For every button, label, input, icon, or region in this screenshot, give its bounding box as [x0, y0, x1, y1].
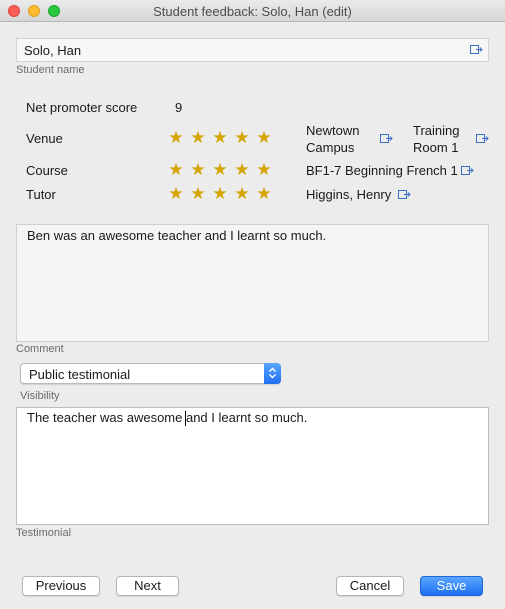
testimonial-textarea[interactable]: The teacher was awesome and I learnt so … — [16, 407, 489, 525]
course-label: Course — [26, 163, 68, 178]
star-icon[interactable]: ★ — [209, 185, 231, 203]
venue-site-link[interactable]: Newtown Campus — [306, 122, 359, 156]
open-link-icon[interactable] — [470, 45, 483, 55]
testimonial-text: The teacher was awesome and I learnt so … — [27, 410, 308, 425]
comment-textarea[interactable]: Ben was an awesome teacher and I learnt … — [16, 224, 489, 342]
visibility-select[interactable]: Public testimonial — [20, 363, 281, 384]
venue-stars[interactable]: ★ ★ ★ ★ ★ — [165, 129, 275, 147]
star-icon[interactable]: ★ — [231, 185, 253, 203]
cancel-button[interactable]: Cancel — [336, 576, 404, 596]
open-link-icon[interactable] — [380, 134, 393, 144]
star-icon[interactable]: ★ — [165, 129, 187, 147]
star-icon[interactable]: ★ — [187, 129, 209, 147]
tutor-stars[interactable]: ★ ★ ★ ★ ★ — [165, 185, 275, 203]
student-name-caption: Student name — [16, 64, 85, 76]
visibility-caption: Visibility — [20, 390, 60, 402]
star-icon[interactable]: ★ — [253, 129, 275, 147]
star-icon[interactable]: ★ — [209, 161, 231, 179]
venue-room-line2: Room 1 — [413, 140, 459, 155]
open-link-icon[interactable] — [398, 190, 411, 200]
window-title: Student feedback: Solo, Han (edit) — [153, 4, 352, 19]
star-icon[interactable]: ★ — [187, 161, 209, 179]
open-link-icon[interactable] — [461, 166, 474, 176]
tutor-label: Tutor — [26, 187, 56, 202]
course-link[interactable]: BF1-7 Beginning French 1 — [306, 163, 458, 178]
venue-site-line1: Newtown — [306, 123, 360, 138]
course-stars[interactable]: ★ ★ ★ ★ ★ — [165, 161, 275, 179]
nps-value[interactable]: 9 — [175, 100, 182, 115]
star-icon[interactable]: ★ — [253, 161, 275, 179]
text-cursor — [185, 411, 186, 426]
feedback-window: Student feedback: Solo, Han (edit) Solo,… — [0, 0, 505, 609]
comment-caption: Comment — [16, 343, 64, 355]
star-icon[interactable]: ★ — [253, 185, 275, 203]
next-button[interactable]: Next — [116, 576, 179, 596]
nps-label: Net promoter score — [26, 100, 138, 115]
testimonial-caption: Testimonial — [16, 527, 72, 539]
open-link-icon[interactable] — [476, 134, 489, 144]
select-arrows-icon[interactable] — [264, 363, 281, 384]
venue-room-link[interactable]: Training Room 1 — [413, 122, 459, 156]
student-name-value: Solo, Han — [24, 43, 82, 58]
save-button[interactable]: Save — [420, 576, 483, 596]
star-icon[interactable]: ★ — [209, 129, 231, 147]
star-icon[interactable]: ★ — [231, 129, 253, 147]
student-name-field[interactable]: Solo, Han — [16, 38, 489, 62]
star-icon[interactable]: ★ — [165, 185, 187, 203]
title-bar: Student feedback: Solo, Han (edit) — [0, 0, 505, 22]
star-icon[interactable]: ★ — [187, 185, 209, 203]
venue-site-line2: Campus — [306, 140, 355, 155]
tutor-link[interactable]: Higgins, Henry — [306, 187, 391, 202]
comment-text: Ben was an awesome teacher and I learnt … — [27, 228, 327, 243]
venue-label: Venue — [26, 131, 63, 146]
star-icon[interactable]: ★ — [165, 161, 187, 179]
visibility-selected: Public testimonial — [29, 367, 131, 382]
star-icon[interactable]: ★ — [231, 161, 253, 179]
previous-button[interactable]: Previous — [22, 576, 100, 596]
venue-room-line1: Training — [413, 123, 460, 138]
